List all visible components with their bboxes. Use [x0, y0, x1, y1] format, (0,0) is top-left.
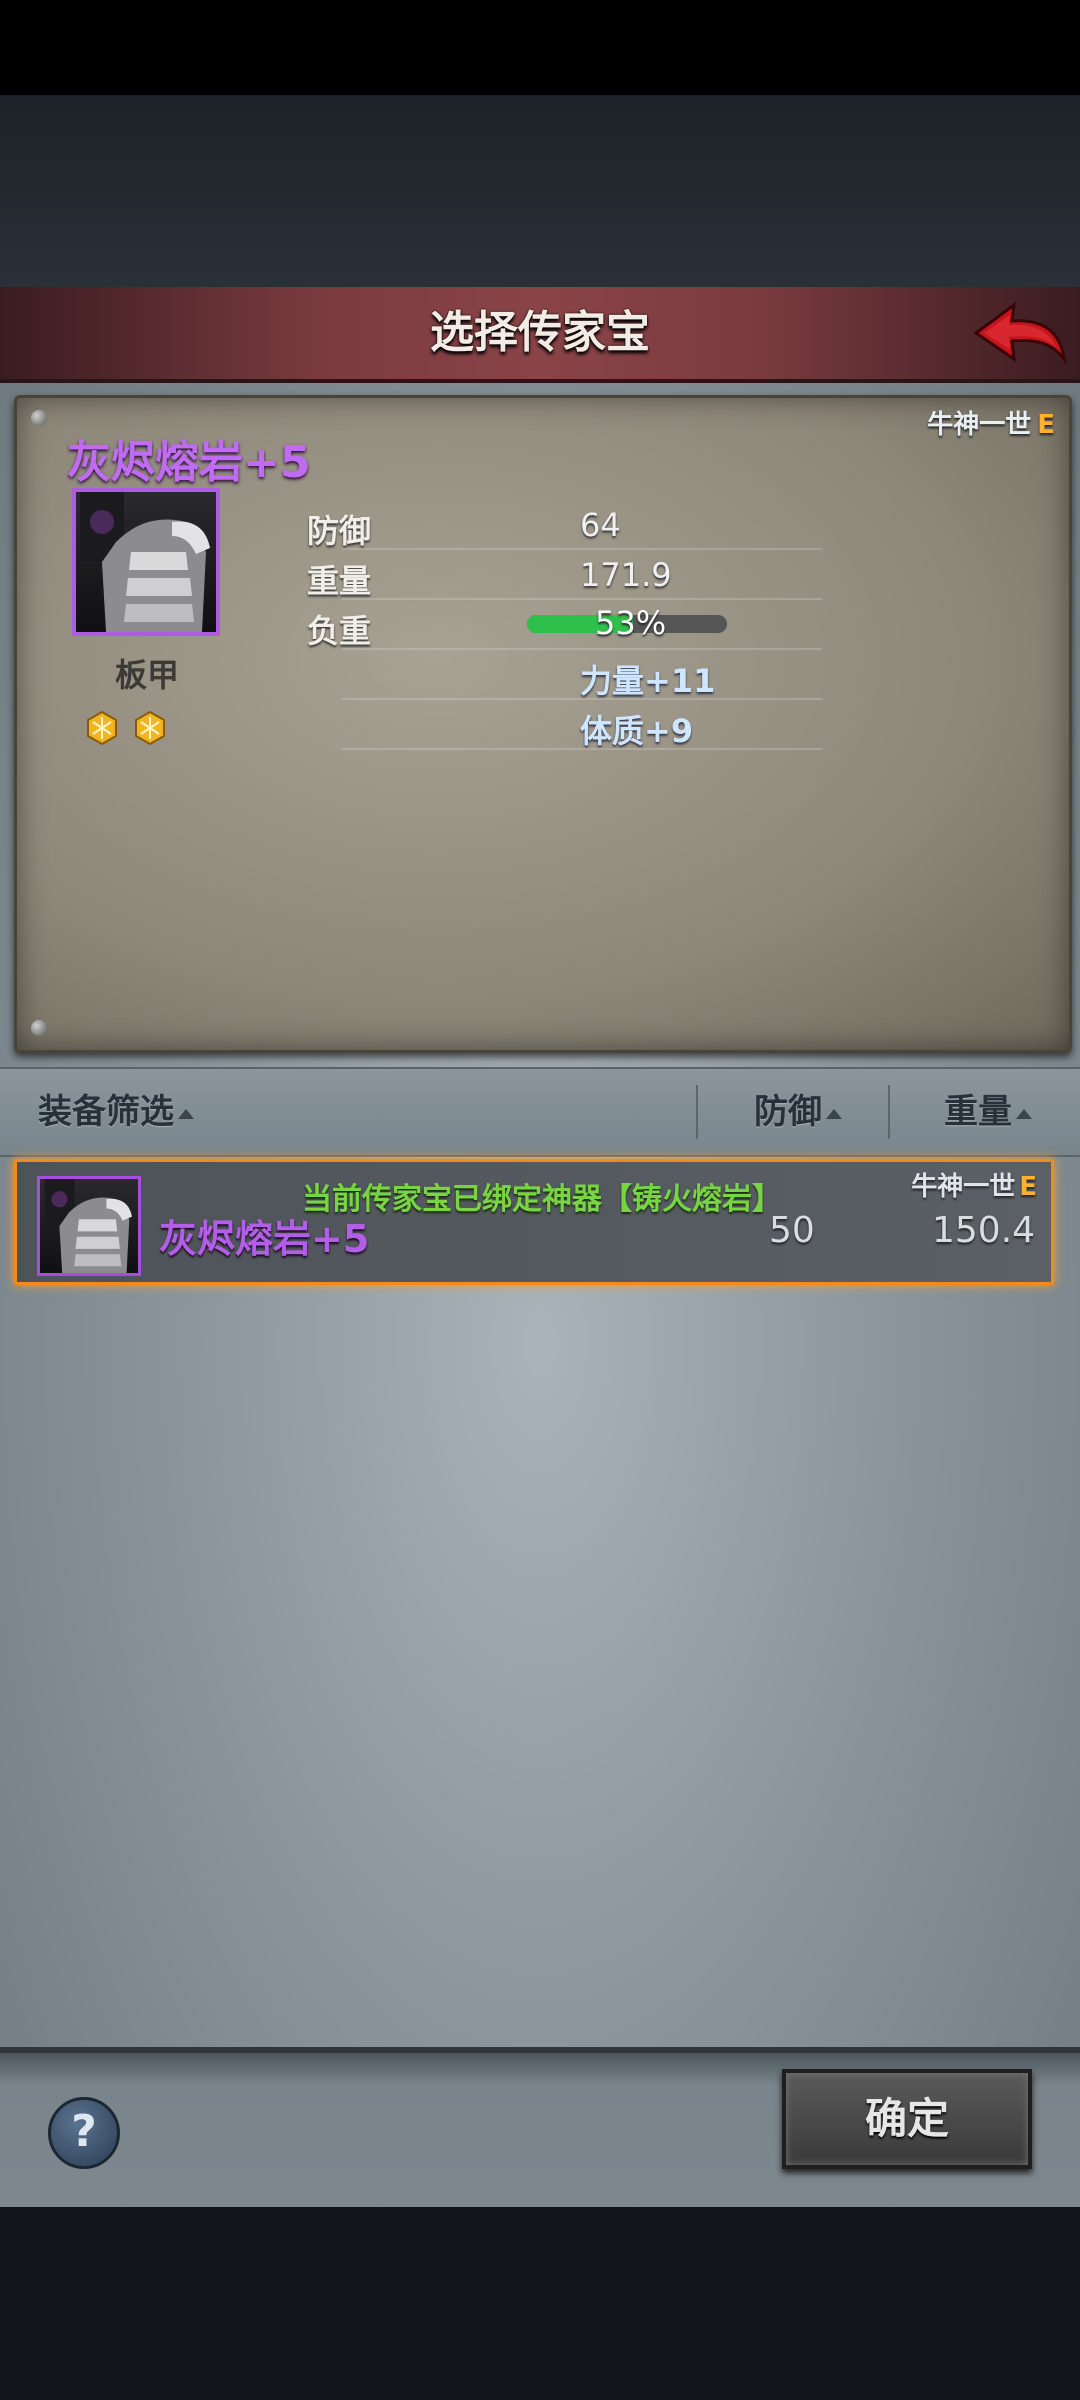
list-item[interactable]: 当前传家宝已绑定神器【铸火熔岩】 牛神一世 E 灰烬熔岩+5 50 150.4	[14, 1159, 1054, 1285]
status-bar-area	[0, 0, 1080, 95]
item-detail-panel: 牛神一世 E 灰烬熔岩+5 板甲 防御 64 重量 171.9 负重 53% 力…	[14, 395, 1072, 1053]
divider	[342, 648, 822, 650]
stat-value-weight: 171.9	[580, 556, 672, 594]
item-weight: 150.4	[932, 1210, 1036, 1251]
item-defense: 50	[769, 1210, 815, 1251]
divider	[342, 698, 822, 700]
item-name: 灰烬熔岩+5	[67, 437, 311, 488]
bonus-strength: 力量+11	[580, 662, 716, 700]
gem-slot-icon	[85, 710, 119, 746]
divider	[696, 1085, 698, 1139]
item-name: 灰烬熔岩+5	[159, 1217, 370, 1261]
sort-defense-label: 防御	[754, 1092, 822, 1132]
sort-weight-label: 重量	[944, 1092, 1012, 1132]
gem-slot-icon	[133, 710, 167, 746]
stat-value-defense: 64	[580, 506, 621, 544]
owner-name: 牛神一世	[927, 410, 1032, 440]
owner-grade: E	[1019, 1172, 1037, 1202]
sort-defense-button[interactable]: 防御	[754, 1069, 842, 1155]
owner-name: 牛神一世	[911, 1172, 1016, 1202]
stat-value-load: 53%	[595, 604, 667, 642]
divider	[342, 548, 822, 550]
owner-grade: E	[1037, 410, 1055, 440]
bound-artifact-notice: 当前传家宝已绑定神器【铸火熔岩】	[302, 1182, 782, 1217]
confirm-button[interactable]: 确定	[782, 2069, 1032, 2169]
game-backdrop	[0, 95, 1080, 287]
caret-up-icon	[826, 1108, 842, 1119]
item-owner: 牛神一世 E	[927, 404, 1055, 441]
game-backdrop-bottom	[0, 2207, 1080, 2400]
divider	[342, 598, 822, 600]
item-type: 板甲	[114, 656, 179, 694]
filter-label: 装备筛选	[38, 1092, 174, 1132]
stat-label-defense: 防御	[307, 512, 372, 550]
footer-bar: ? 确定	[0, 2047, 1080, 2213]
equipment-filter-button[interactable]: 装备筛选	[38, 1069, 194, 1155]
divider	[342, 748, 822, 750]
title-bar: 选择传家宝	[0, 287, 1080, 383]
bonus-constitution: 体质+9	[580, 712, 694, 750]
dialog-title: 选择传家宝	[430, 307, 650, 358]
back-arrow-icon[interactable]	[970, 293, 1070, 373]
item-owner: 牛神一世 E	[911, 1166, 1037, 1203]
sort-weight-button[interactable]: 重量	[944, 1069, 1032, 1155]
stat-label-weight: 重量	[307, 562, 372, 600]
rivet-icon	[31, 1020, 47, 1036]
plate-armor-icon	[37, 1176, 141, 1276]
heirloom-dialog: 选择传家宝 牛神一世 E 灰烬熔岩+5 板甲 防御 64 重量 171.9 负重…	[0, 287, 1080, 2213]
filter-bar: 装备筛选 防御 重量	[0, 1067, 1080, 1157]
stat-label-load: 负重	[307, 612, 372, 650]
caret-up-icon	[1016, 1108, 1032, 1119]
plate-armor-icon	[72, 488, 220, 636]
rivet-icon	[31, 410, 47, 426]
divider	[888, 1085, 890, 1139]
caret-up-icon	[178, 1108, 194, 1119]
help-button[interactable]: ?	[48, 2097, 120, 2169]
